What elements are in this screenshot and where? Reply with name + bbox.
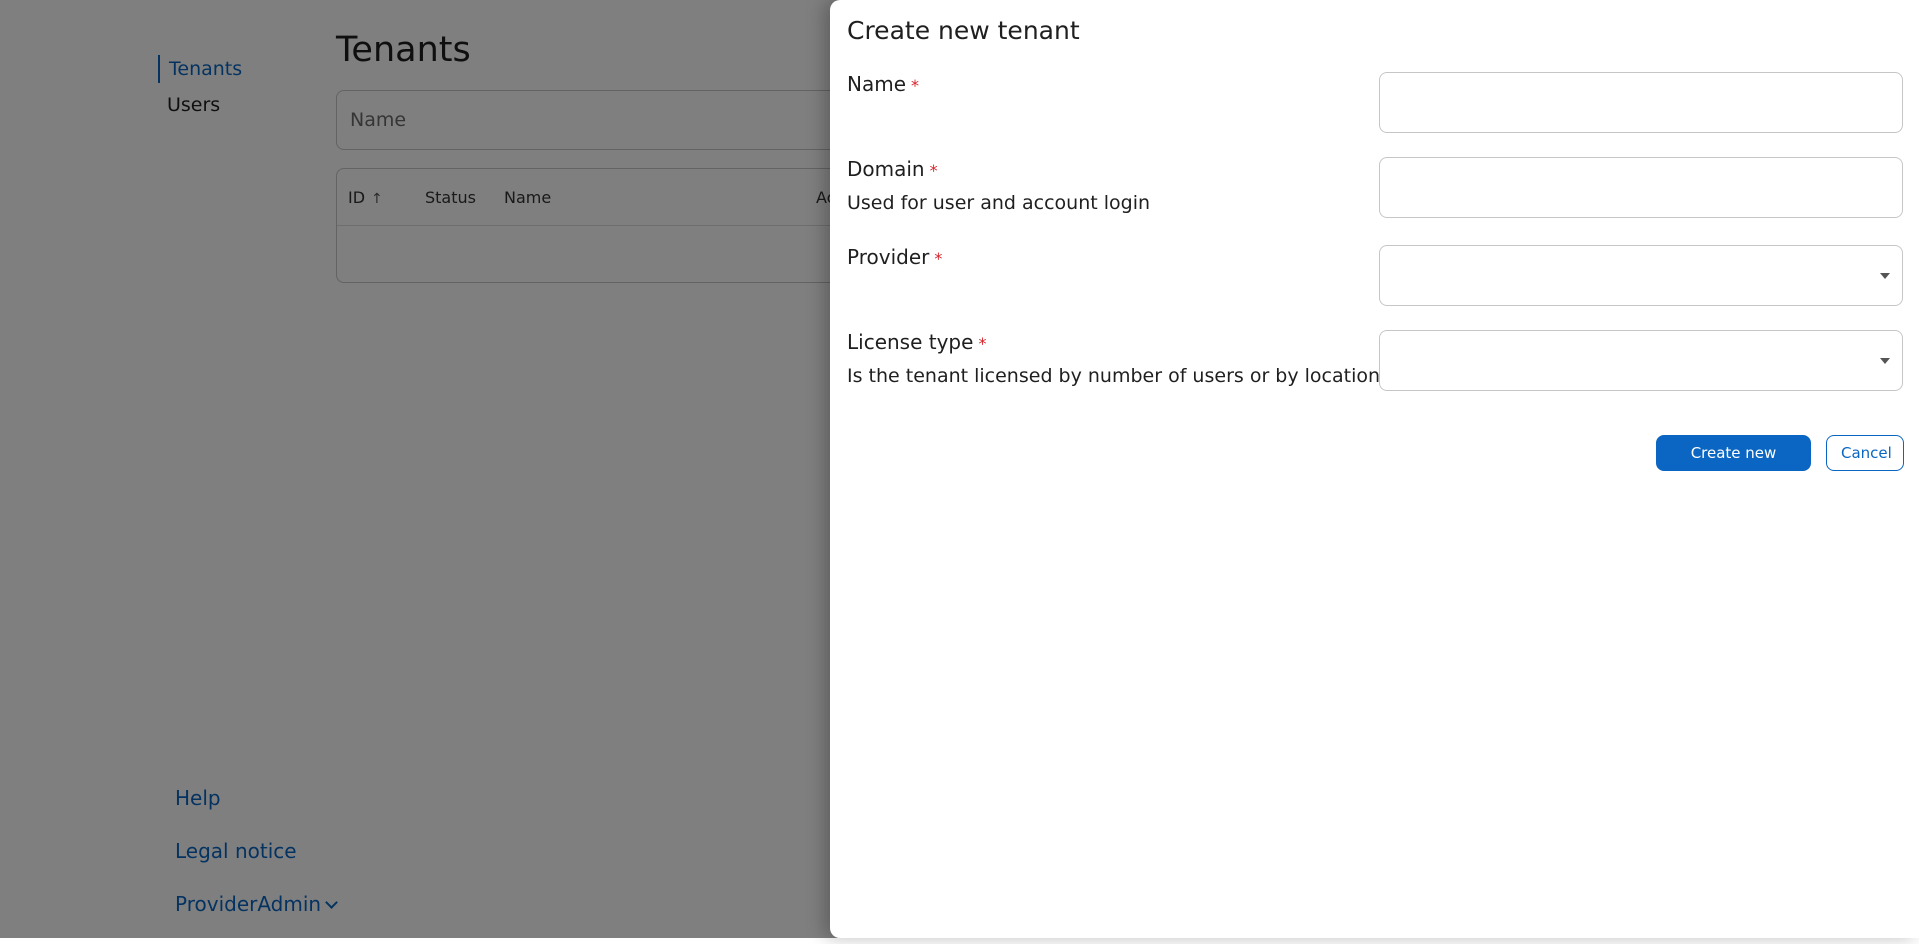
provider-field-label: Provider [847, 245, 930, 269]
caret-down-icon [1880, 358, 1890, 364]
caret-down-icon [1880, 273, 1890, 279]
license-type-select[interactable] [1379, 330, 1903, 391]
required-marker: * [911, 76, 920, 95]
domain-field-help: Used for user and account login [847, 192, 1151, 214]
license-type-field-label-wrap: License type * Is the tenant licensed by … [847, 330, 1401, 388]
create-tenant-button[interactable]: Create new tenant [1656, 435, 1811, 496]
drawer-title: Create new tenant [847, 16, 1080, 45]
create-tenant-drawer: Create new tenant Name * Domain * Used for… [830, 0, 1919, 938]
provider-select[interactable] [1379, 245, 1903, 306]
provider-field-label-wrap: Provider * [847, 245, 1377, 269]
domain-input[interactable] [1379, 157, 1903, 218]
required-marker: * [978, 334, 987, 353]
cancel-button[interactable]: Cancel [1826, 435, 1904, 471]
name-field-label-wrap: Name * [847, 72, 1377, 96]
required-marker: * [934, 249, 943, 268]
domain-field-label-wrap: Domain * Used for user and account login [847, 157, 1377, 215]
name-field-label: Name [847, 72, 907, 96]
license-type-field-help: Is the tenant licensed by number of user… [847, 365, 1401, 387]
domain-field-label: Domain [847, 157, 925, 181]
license-type-field-label: License type [847, 330, 974, 354]
required-marker: * [929, 161, 938, 180]
name-input[interactable] [1379, 72, 1903, 133]
